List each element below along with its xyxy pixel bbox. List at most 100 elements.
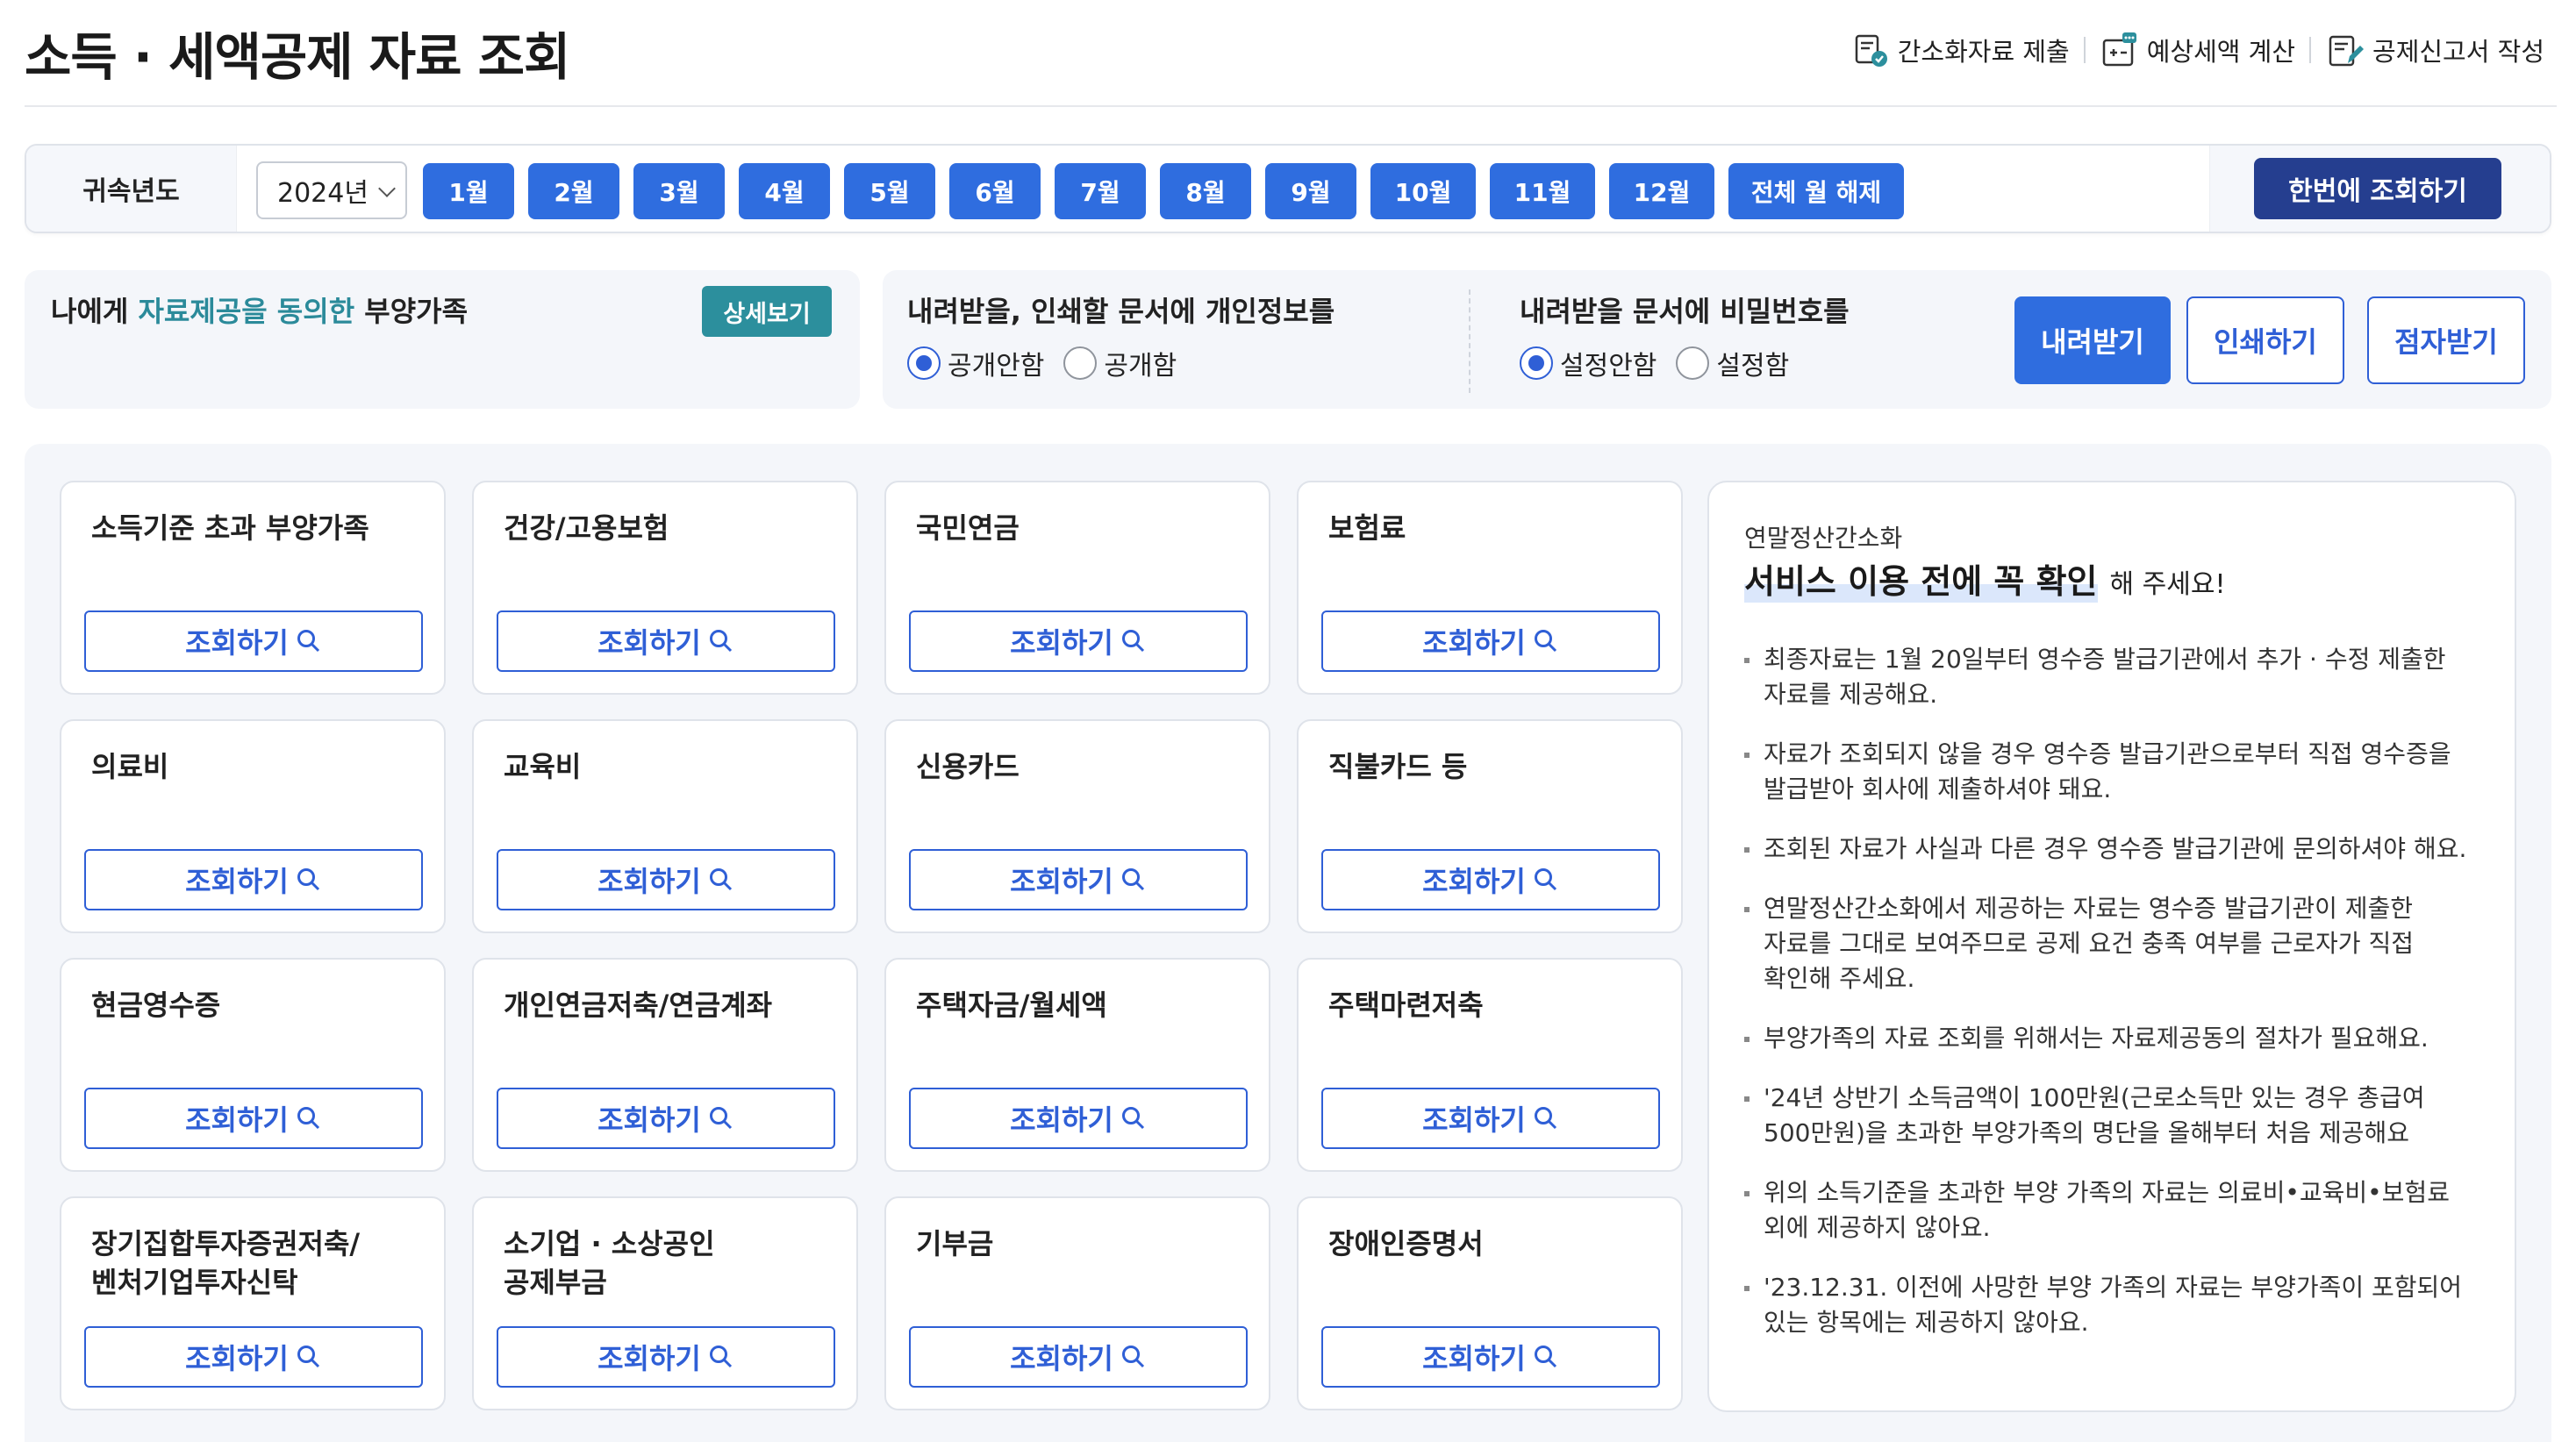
search-icon	[297, 1107, 319, 1130]
estimate-tax-button[interactable]: 예상세액 계산	[2086, 30, 2309, 70]
month-button-7[interactable]: 7월	[1055, 163, 1146, 219]
radio-unselected-icon[interactable]	[1676, 346, 1710, 380]
query-button[interactable]: 조회하기	[497, 610, 835, 672]
query-button[interactable]: 조회하기	[497, 849, 835, 910]
query-label: 조회하기	[597, 626, 701, 660]
search-icon	[709, 630, 732, 653]
password-on-option[interactable]: 설정함	[1676, 344, 1789, 382]
query-all-button[interactable]: 한번에 조회하기	[2254, 158, 2501, 219]
options-divider	[1469, 289, 1470, 393]
radio-unselected-icon[interactable]	[1063, 346, 1098, 380]
query-button[interactable]: 조회하기	[1321, 849, 1660, 910]
card-debit-card: 직불카드 등 조회하기	[1297, 719, 1683, 933]
card-title: 기부금	[916, 1227, 994, 1260]
notice-item: 최종자료는 1월 20일부터 영수증 발급기관에서 추가 · 수정 제출한 자료…	[1744, 642, 2490, 712]
personal-info-show-option[interactable]: 공개함	[1063, 344, 1177, 382]
query-label: 조회하기	[1010, 1103, 1113, 1137]
query-button[interactable]: 조회하기	[497, 1088, 835, 1149]
search-icon	[297, 630, 319, 653]
personal-info-question: 내려받을, 인쇄할 문서에 개인정보를	[907, 295, 1335, 328]
search-icon	[297, 868, 319, 891]
search-icon	[1121, 1346, 1144, 1368]
query-button[interactable]: 조회하기	[84, 1088, 423, 1149]
card-personal-pension: 개인연금저축/연금계좌 조회하기	[472, 958, 858, 1172]
page-title: 소득 · 세액공제 자료 조회	[25, 27, 570, 87]
month-button-4[interactable]: 4월	[739, 163, 830, 219]
card-excess-income-dependents: 소득기준 초과 부양가족 조회하기	[60, 481, 446, 695]
month-button-8[interactable]: 8월	[1160, 163, 1251, 219]
search-icon	[297, 1346, 319, 1368]
query-button[interactable]: 조회하기	[909, 1088, 1248, 1149]
radio-label: 설정안함	[1560, 351, 1657, 382]
card-cash-receipt: 현금영수증 조회하기	[60, 958, 446, 1172]
year-month-bar: 귀속년도 2024년 1월 2월 3월 4월 5월 6월 7월 8월 9월 10…	[25, 144, 2551, 233]
card-title: 소기업 · 소상공인 공제부금	[504, 1227, 715, 1299]
document-edit-icon	[2329, 35, 2365, 67]
search-icon	[709, 868, 732, 891]
card-title: 건강/고용보험	[504, 511, 669, 545]
query-button[interactable]: 조회하기	[1321, 1088, 1660, 1149]
query-button[interactable]: 조회하기	[909, 610, 1248, 672]
query-button[interactable]: 조회하기	[497, 1326, 835, 1388]
write-deduction-form-button[interactable]: 공제신고서 작성	[2311, 30, 2558, 70]
password-off-option[interactable]: 설정안함	[1520, 344, 1657, 382]
service-notice-panel: 연말정산간소화 서비스 이용 전에 꼭 확인 해 주세요! 최종자료는 1월 2…	[1707, 481, 2516, 1412]
query-label: 조회하기	[185, 1342, 289, 1375]
braille-button[interactable]: 점자받기	[2367, 296, 2525, 384]
header-action-label: 예상세액 계산	[2146, 37, 2296, 67]
search-icon	[1534, 1107, 1556, 1130]
card-title: 의료비	[91, 750, 169, 783]
year-select[interactable]: 2024년	[256, 161, 407, 219]
dependents-consent-box: 나에게 자료제공을 동의한 부양가족 상세보기	[25, 270, 860, 409]
month-button-9[interactable]: 9월	[1265, 163, 1356, 219]
submit-simplified-data-button[interactable]: 간소화자료 제출	[1836, 30, 2084, 70]
query-button[interactable]: 조회하기	[909, 1326, 1248, 1388]
chevron-down-icon	[378, 180, 396, 197]
query-button[interactable]: 조회하기	[909, 849, 1248, 910]
document-check-icon	[1855, 34, 1887, 67]
card-medical-expenses: 의료비 조회하기	[60, 719, 446, 933]
radio-selected-icon[interactable]	[1520, 346, 1553, 380]
card-title: 보험료	[1328, 511, 1406, 545]
year-value: 2024년	[277, 178, 369, 209]
search-icon	[1121, 1107, 1144, 1130]
query-button[interactable]: 조회하기	[84, 849, 423, 910]
month-button-1[interactable]: 1월	[423, 163, 514, 219]
month-button-11[interactable]: 11월	[1490, 163, 1595, 219]
query-button[interactable]: 조회하기	[84, 610, 423, 672]
notice-item: 조회된 자료가 사실과 다른 경우 영수증 발급기관에 문의하셔야 해요.	[1744, 832, 2490, 867]
month-button-6[interactable]: 6월	[949, 163, 1041, 219]
card-title: 주택자금/월세액	[916, 989, 1107, 1022]
dependents-title: 나에게 자료제공을 동의한 부양가족	[51, 289, 468, 330]
search-icon	[1534, 1346, 1556, 1368]
calculator-chat-icon	[2102, 32, 2136, 67]
card-credit-card: 신용카드 조회하기	[884, 719, 1270, 933]
card-title: 신용카드	[916, 750, 1020, 783]
query-button[interactable]: 조회하기	[1321, 610, 1660, 672]
print-button[interactable]: 인쇄하기	[2186, 296, 2344, 384]
query-label: 조회하기	[1422, 1103, 1526, 1137]
month-button-3[interactable]: 3월	[633, 163, 725, 219]
header-actions: 간소화자료 제출 예상세액 계산 공제신고서 작성	[1836, 30, 2558, 70]
personal-info-hide-option[interactable]: 공개안함	[907, 344, 1044, 382]
query-label: 조회하기	[1010, 1342, 1113, 1375]
detail-view-button[interactable]: 상세보기	[702, 286, 832, 337]
card-title: 현금영수증	[91, 989, 221, 1022]
query-button[interactable]: 조회하기	[84, 1326, 423, 1388]
notice-heading: 서비스 이용 전에 꼭 확인 해 주세요!	[1744, 554, 2226, 603]
card-education-expenses: 교육비 조회하기	[472, 719, 858, 933]
password-radio-group: 설정안함 설정함	[1520, 344, 1808, 382]
month-button-10[interactable]: 10월	[1370, 163, 1476, 219]
document-options-box: 내려받을, 인쇄할 문서에 개인정보를 공개안함 공개함 내려받을 문서에 비밀…	[883, 270, 2551, 409]
card-health-employment-insurance: 건강/고용보험 조회하기	[472, 481, 858, 695]
search-icon	[1121, 868, 1144, 891]
month-button-5[interactable]: 5월	[844, 163, 935, 219]
notice-list: 최종자료는 1월 20일부터 영수증 발급기관에서 추가 · 수정 제출한 자료…	[1744, 642, 2490, 1365]
clear-all-months-button[interactable]: 전체 월 해제	[1728, 163, 1904, 219]
month-button-12[interactable]: 12월	[1609, 163, 1714, 219]
month-button-2[interactable]: 2월	[528, 163, 619, 219]
download-button[interactable]: 내려받기	[2014, 296, 2171, 384]
radio-selected-icon[interactable]	[907, 346, 941, 380]
search-icon	[709, 1107, 732, 1130]
query-button[interactable]: 조회하기	[1321, 1326, 1660, 1388]
